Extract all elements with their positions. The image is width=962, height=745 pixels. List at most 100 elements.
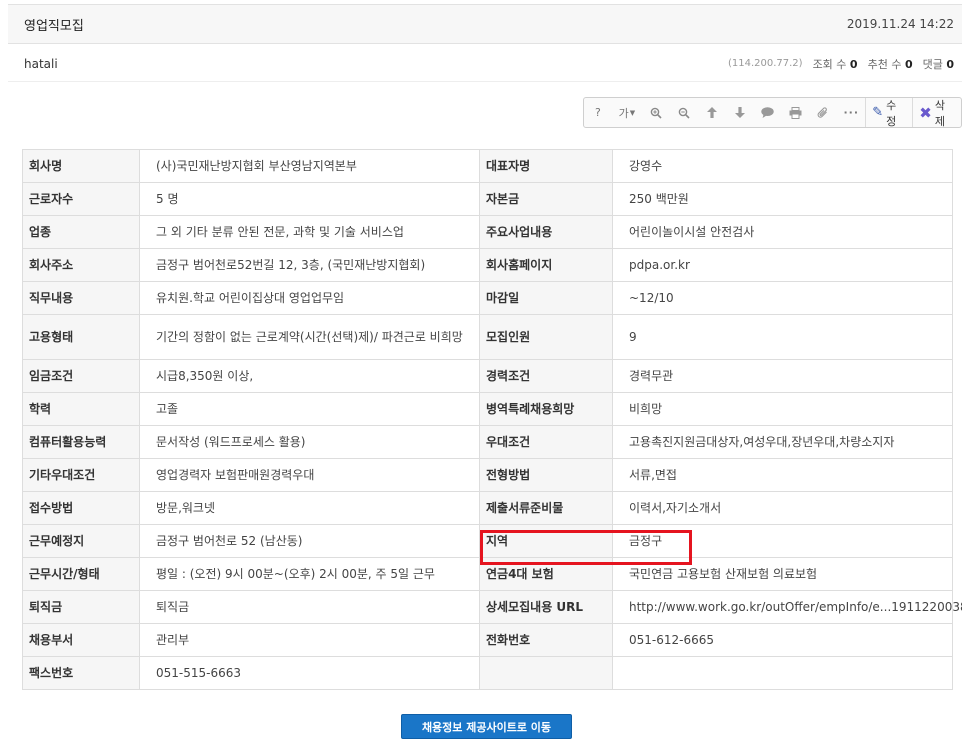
field-label: 기타우대조건 xyxy=(22,458,140,492)
field-value: ~12/10 xyxy=(612,281,953,315)
field-value: 기간의 정함이 없는 근로계약(시간(선택)제)/ 파견근로 비희망 xyxy=(139,314,480,360)
field-label: 제출서류준비물 xyxy=(479,491,613,525)
field-label: 병역특례채용희망 xyxy=(479,392,613,426)
field-value: 051-612-6665 xyxy=(612,623,953,657)
field-value: 그 외 기타 분류 안된 전문, 과학 및 기술 서비스업 xyxy=(139,215,480,249)
table-row: 직무내용 유치원.학교 어린이집상대 영업업무임 마감일 ~12/10 xyxy=(22,281,953,315)
field-value: 고졸 xyxy=(139,392,480,426)
field-value: 방문,워크넷 xyxy=(139,491,480,525)
field-label: 대표자명 xyxy=(479,149,613,183)
field-label: 지역 xyxy=(479,524,613,558)
delete-x-icon: ✖ xyxy=(919,103,932,122)
field-value: 어린이놀이시설 안전검사 xyxy=(612,215,953,249)
field-label: 컴퓨터활용능력 xyxy=(22,425,140,459)
font-size-button[interactable]: 가 ▼ xyxy=(612,98,642,127)
field-value: 경력무관 xyxy=(612,359,953,393)
field-value: 9 xyxy=(612,314,953,360)
table-row: 팩스번호 051-515-6663 xyxy=(22,656,953,690)
field-label: 팩스번호 xyxy=(22,656,140,690)
caret-down-icon: ▼ xyxy=(629,108,636,117)
field-value: 이력서,자기소개서 xyxy=(612,491,953,525)
field-value: 250 백만원 xyxy=(612,182,953,216)
post-title: 영업직모집 xyxy=(24,18,84,34)
field-label: 회사명 xyxy=(22,149,140,183)
field-label: 직무내용 xyxy=(22,281,140,315)
arrow-up-icon[interactable] xyxy=(698,98,726,127)
field-value: 고용촉진지원금대상자,여성우대,장년우대,차량소지자 xyxy=(612,425,953,459)
table-row: 학력 고졸 병역특례채용희망 비희망 xyxy=(22,392,953,426)
field-value xyxy=(612,656,953,690)
author-name[interactable]: hatali xyxy=(24,57,58,71)
field-value: 시급8,350원 이상, xyxy=(139,359,480,393)
pencil-icon: ✎ xyxy=(872,105,884,120)
field-value: 금정구 범어천로52번길 12, 3층, (국민재난방지협회) xyxy=(139,248,480,282)
field-value: 퇴직금 xyxy=(139,590,480,624)
field-label: 회사홈페이지 xyxy=(479,248,613,282)
table-row: 기타우대조건 영업경력자 보험판매원경력우대 전형방법 서류,면접 xyxy=(22,458,953,492)
field-value: 관리부 xyxy=(139,623,480,657)
zoom-in-icon[interactable] xyxy=(642,98,670,127)
field-value: 국민연금 고용보험 산재보험 의료보험 xyxy=(612,557,953,591)
field-label: 주요사업내용 xyxy=(479,215,613,249)
field-value: (사)국민재난방지협회 부산영남지역본부 xyxy=(139,149,480,183)
delete-button[interactable]: ✖ 삭제 xyxy=(913,98,961,128)
edit-button[interactable]: ✎ 수정 xyxy=(866,98,912,128)
comment-icon[interactable] xyxy=(754,98,782,127)
field-label: 전형방법 xyxy=(479,458,613,492)
post-header: 영업직모집 2019.11.24 14:22 xyxy=(8,4,962,44)
field-value: 금정구 xyxy=(612,524,953,558)
field-label: 근로자수 xyxy=(22,182,140,216)
table-row: 컴퓨터활용능력 문서작성 (워드프로세스 활용) 우대조건 고용촉진지원금대상자,여성… xyxy=(22,425,953,459)
field-label: 임금조건 xyxy=(22,359,140,393)
field-value: 051-515-6663 xyxy=(139,656,480,690)
field-label: 업종 xyxy=(22,215,140,249)
job-info-table: 회사명 (사)국민재난방지협회 부산영남지역본부 대표자명 강영수 근로자수 5 명 자본금… xyxy=(22,149,962,690)
zoom-out-icon[interactable] xyxy=(670,98,698,127)
table-row: 회사명 (사)국민재난방지협회 부산영남지역본부 대표자명 강영수 xyxy=(22,149,953,183)
field-value: 강영수 xyxy=(612,149,953,183)
field-label: 접수방법 xyxy=(22,491,140,525)
field-value: 금정구 범어천로 52 (남산동) xyxy=(139,524,480,558)
field-value[interactable]: http://www.work.go.kr/outOffer/empInfo/e… xyxy=(612,590,962,624)
attachment-icon[interactable] xyxy=(809,98,837,127)
print-icon[interactable] xyxy=(781,98,809,127)
field-label: 모집인원 xyxy=(479,314,613,360)
comment-count: 댓글 0 xyxy=(922,57,954,71)
post-date: 2019.11.24 14:22 xyxy=(846,17,954,31)
post-meta: hatali (114.200.77.2) 조회 수 0 추천 수 0 댓글 0 xyxy=(8,46,962,82)
field-value: 5 명 xyxy=(139,182,480,216)
field-value: 비희망 xyxy=(612,392,953,426)
table-row: 근무예정지 금정구 범어천로 52 (남산동) 지역 금정구 xyxy=(22,524,953,558)
field-label: 근무예정지 xyxy=(22,524,140,558)
table-row: 임금조건 시급8,350원 이상, 경력조건 경력무관 xyxy=(22,359,953,393)
author-ip: (114.200.77.2) xyxy=(727,58,803,69)
table-row: 채용부서 관리부 전화번호 051-612-6665 xyxy=(22,623,953,657)
post-toolbar: ? 가 ▼ ··· ✎ 수정 ✖ 삭제 xyxy=(583,97,962,128)
field-label: 학력 xyxy=(22,392,140,426)
table-row: 접수방법 방문,워크넷 제출서류준비물 이력서,자기소개서 xyxy=(22,491,953,525)
field-value: 영업경력자 보험판매원경력우대 xyxy=(139,458,480,492)
table-row: 업종 그 외 기타 분류 안된 전문, 과학 및 기술 서비스업 주요사업내용 어린이… xyxy=(22,215,953,249)
field-value: 서류,면접 xyxy=(612,458,953,492)
field-label xyxy=(479,656,613,690)
field-label: 자본금 xyxy=(479,182,613,216)
field-label: 근무시간/형태 xyxy=(22,557,140,591)
go-to-job-site-button[interactable]: 채용정보 제공사이트로 이동 xyxy=(401,714,572,739)
field-label: 전화번호 xyxy=(479,623,613,657)
arrow-down-icon[interactable] xyxy=(726,98,754,127)
field-label: 연금4대 보험 xyxy=(479,557,613,591)
table-row: 회사주소 금정구 범어천로52번길 12, 3층, (국민재난방지협회) 회사홈페이… xyxy=(22,248,953,282)
view-count: 조회 수 0 xyxy=(812,57,858,71)
table-row: 근로자수 5 명 자본금 250 백만원 xyxy=(22,182,953,216)
table-row: 근무시간/형태 평일 : (오전) 9시 00분~(오후) 2시 00분, 주 5… xyxy=(22,557,953,591)
more-icon[interactable]: ··· xyxy=(837,98,865,127)
help-icon[interactable]: ? xyxy=(584,98,612,127)
field-label: 채용부서 xyxy=(22,623,140,657)
field-value: 평일 : (오전) 9시 00분~(오후) 2시 00분, 주 5일 근무 xyxy=(139,557,480,591)
table-row: 퇴직금 퇴직금 상세모집내용 URL http://www.work.go.kr/ou… xyxy=(22,590,962,624)
field-label: 회사주소 xyxy=(22,248,140,282)
field-value[interactable]: pdpa.or.kr xyxy=(612,248,953,282)
field-label: 경력조건 xyxy=(479,359,613,393)
field-label: 상세모집내용 URL xyxy=(479,590,613,624)
field-value: 문서작성 (워드프로세스 활용) xyxy=(139,425,480,459)
